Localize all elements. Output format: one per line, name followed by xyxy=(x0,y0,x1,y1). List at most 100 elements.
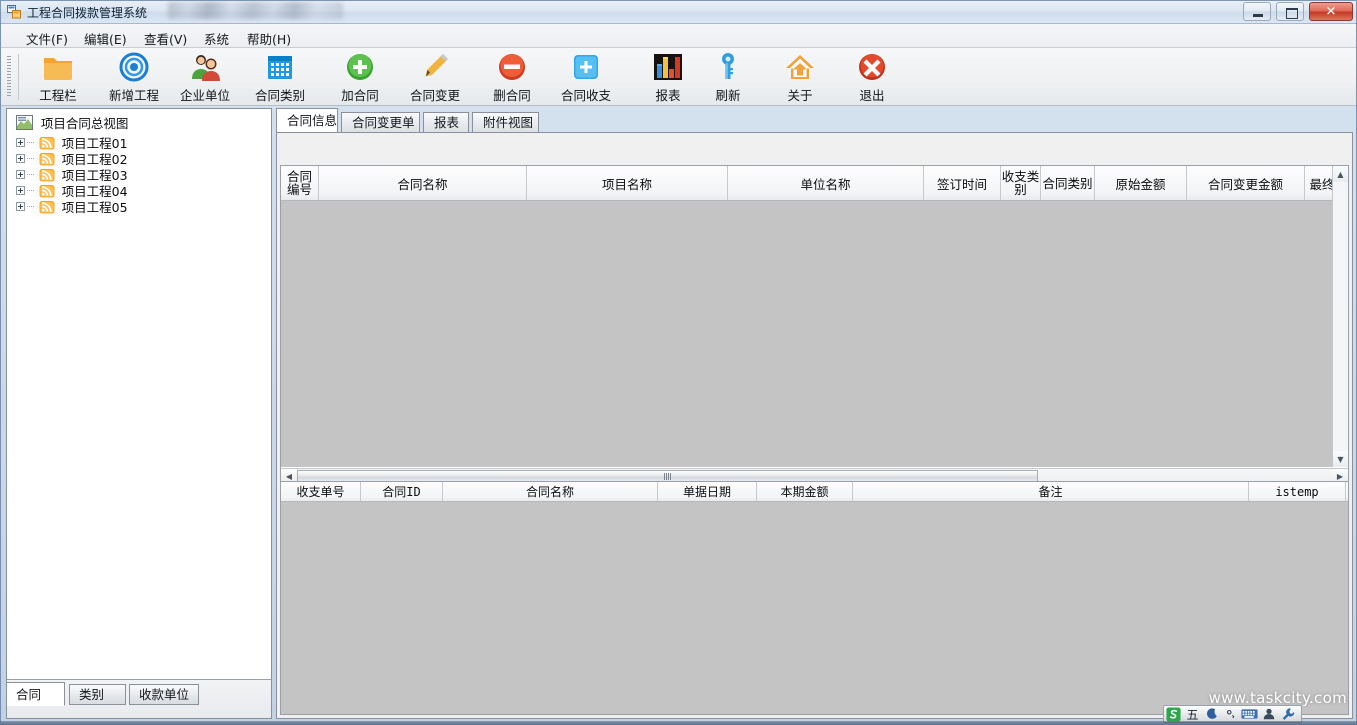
menu-item-view[interactable]: 查看(V) xyxy=(137,27,194,50)
toolbar-label: 合同变更 xyxy=(409,88,460,103)
tree-item-project-02[interactable]: 项目工程02 xyxy=(16,149,128,167)
scroll-up-icon[interactable]: ▲ xyxy=(1333,166,1348,182)
tab-report[interactable]: 报表 xyxy=(423,112,469,133)
contract-grid-vscrollbar[interactable]: ▲ ▼ xyxy=(1332,166,1348,467)
column-header-current-amount[interactable]: 本期金额 xyxy=(757,482,853,501)
payment-grid[interactable]: 收支单号 合同ID 合同名称 单据日期 本期金额 备注 istemp xyxy=(280,481,1349,715)
toolbar-button-new-project[interactable]: 新增工程 xyxy=(101,51,167,103)
minimize-button[interactable] xyxy=(1243,2,1272,21)
toolbar-button-delete-contract[interactable]: 删合同 xyxy=(479,51,545,103)
toolbar-button-project-bar[interactable]: 工程栏 xyxy=(25,51,91,103)
tab-contract-info[interactable]: 合同信息 xyxy=(276,108,338,133)
project-tree[interactable]: 项目合同总视图 项目工程01 项目工程02 项目工程03 项目工程04 项目工程… xyxy=(7,109,271,679)
column-header-document-date[interactable]: 单据日期 xyxy=(658,482,757,501)
toolbar-grip[interactable] xyxy=(7,56,11,98)
tab-category[interactable]: 类别 xyxy=(69,684,126,705)
rss-folder-icon xyxy=(39,168,55,182)
view-icon xyxy=(16,115,33,130)
header-text: 原始金额 xyxy=(1115,176,1166,192)
contract-grid[interactable]: 合同编号 合同名称 项目名称 单位名称 签订时间 收支类别 合同类别 原始金额 … xyxy=(280,165,1349,485)
menu-item-file[interactable]: 文件(F) xyxy=(19,27,75,50)
minus-circle-icon xyxy=(496,51,528,83)
toolbar-button-refresh[interactable]: 刷新 xyxy=(695,51,761,103)
right-panel: 合同信息 合同变更单 报表 附件视图 合同编号 合同名称 项目名称 单位名称 签… xyxy=(276,108,1353,719)
payment-grid-body[interactable] xyxy=(281,502,1348,714)
rss-folder-icon xyxy=(39,184,55,198)
menu-item-system[interactable]: 系统 xyxy=(197,27,236,50)
thumb-grip-icon xyxy=(664,473,671,480)
column-header-contract-id[interactable]: 合同ID xyxy=(361,482,443,501)
column-header-payment-no[interactable]: 收支单号 xyxy=(281,482,361,501)
column-header-original-amount[interactable]: 原始金额 xyxy=(1095,166,1187,200)
toolbar-button-about[interactable]: 关于 xyxy=(767,51,833,103)
tab-attachment-view[interactable]: 附件视图 xyxy=(472,112,539,133)
moon-icon[interactable] xyxy=(1202,706,1221,722)
toolbar-label: 合同类别 xyxy=(254,88,305,103)
toolbar-label: 退出 xyxy=(859,88,885,103)
expand-icon[interactable] xyxy=(16,154,25,163)
toolbar-label: 工程栏 xyxy=(39,88,77,103)
header-text: 合同ID xyxy=(382,485,421,499)
column-header-contract-name[interactable]: 合同名称 xyxy=(319,166,527,200)
column-header-remark[interactable]: 备注 xyxy=(853,482,1249,501)
header-text: 合同编号 xyxy=(286,169,312,197)
header-text: 签订时间 xyxy=(936,176,987,192)
payment-grid-header: 收支单号 合同ID 合同名称 单据日期 本期金额 备注 istemp xyxy=(281,482,1348,502)
scroll-down-icon[interactable]: ▼ xyxy=(1333,451,1348,467)
tab-label: 合同信息 xyxy=(287,113,338,128)
folder-icon xyxy=(42,51,74,83)
close-button[interactable]: ✕ xyxy=(1309,2,1353,21)
menu-item-help[interactable]: 帮助(H) xyxy=(240,27,298,50)
tree-connector xyxy=(27,142,34,143)
column-header-sign-time[interactable]: 签订时间 xyxy=(924,166,1001,200)
toolbar-button-contract-change[interactable]: 合同变更 xyxy=(402,51,468,103)
tab-page-contract-info: 合同编号 合同名称 项目名称 单位名称 签订时间 收支类别 合同类别 原始金额 … xyxy=(276,132,1353,719)
tree-root-node[interactable]: 项目合同总视图 xyxy=(16,113,128,131)
toolbar-button-company-unit[interactable]: 企业单位 xyxy=(172,51,238,103)
header-text: 合同名称 xyxy=(397,176,448,192)
wrench-icon[interactable] xyxy=(1278,706,1297,722)
tree-item-project-04[interactable]: 项目工程04 xyxy=(16,181,128,199)
tab-payee-unit[interactable]: 收款单位 xyxy=(129,684,199,705)
tree-item-project-05[interactable]: 项目工程05 xyxy=(16,197,128,215)
sogou-logo-icon[interactable] xyxy=(1164,706,1183,722)
calendar-icon xyxy=(264,51,296,83)
user-icon[interactable] xyxy=(1259,706,1278,722)
toolbar-button-add-contract[interactable]: 加合同 xyxy=(327,51,393,103)
tree-item-label: 项目工程05 xyxy=(61,200,128,215)
toolbar-button-contract-category[interactable]: 合同类别 xyxy=(247,51,313,103)
key-icon xyxy=(712,51,744,83)
column-header-contract-type[interactable]: 合同类别 xyxy=(1041,166,1095,200)
column-header-contract-name[interactable]: 合同名称 xyxy=(443,482,658,501)
wubi-mode-icon[interactable]: 五 xyxy=(1183,706,1202,722)
expand-icon[interactable] xyxy=(16,170,25,179)
tab-contract-change-order[interactable]: 合同变更单 xyxy=(341,112,420,133)
column-header-unit-name[interactable]: 单位名称 xyxy=(728,166,924,200)
bar-chart-icon xyxy=(652,51,684,83)
left-tab-strip: 合同 类别 收款单位 xyxy=(7,679,271,718)
tree-item-project-01[interactable]: 项目工程01 xyxy=(16,133,128,151)
expand-icon[interactable] xyxy=(16,138,25,147)
arrow-glyph: ▲ xyxy=(1337,169,1344,179)
column-header-project-name[interactable]: 项目名称 xyxy=(527,166,728,200)
column-header-income-expense-type[interactable]: 收支类别 xyxy=(1001,166,1041,200)
maximize-button[interactable] xyxy=(1276,2,1305,21)
punctuation-icon[interactable] xyxy=(1221,706,1240,722)
tab-contract[interactable]: 合同 xyxy=(7,682,65,706)
header-text: 本期金额 xyxy=(780,485,829,499)
menu-item-edit[interactable]: 编辑(E) xyxy=(77,27,134,50)
toolbar-button-exit[interactable]: 退出 xyxy=(839,51,905,103)
contract-grid-body[interactable] xyxy=(281,201,1348,467)
toolbar-button-report[interactable]: 报表 xyxy=(635,51,701,103)
header-text: 合同变更金额 xyxy=(1207,176,1283,192)
column-header-change-amount[interactable]: 合同变更金额 xyxy=(1187,166,1305,200)
toolbar-button-contract-income-expense[interactable]: 合同收支 xyxy=(553,51,619,103)
column-header-contract-no[interactable]: 合同编号 xyxy=(281,166,319,200)
keyboard-icon[interactable] xyxy=(1240,706,1259,722)
title-bar: 工程合同拨款管理系统 ✕ xyxy=(0,0,1357,24)
expand-icon[interactable] xyxy=(16,186,25,195)
tree-item-project-03[interactable]: 项目工程03 xyxy=(16,165,128,183)
tree-connector xyxy=(27,174,34,175)
expand-icon[interactable] xyxy=(16,202,25,211)
column-header-istemp[interactable]: istemp xyxy=(1249,482,1346,501)
